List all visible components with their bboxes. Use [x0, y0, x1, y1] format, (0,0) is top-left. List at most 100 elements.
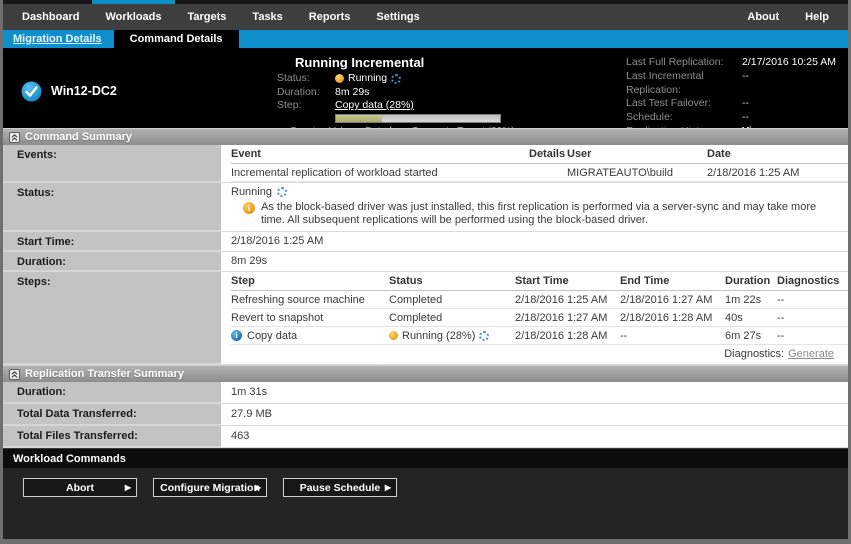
step-table-row: Revert to snapshot Completed 2/18/2016 1…	[231, 309, 848, 327]
nav-item-about[interactable]: About	[734, 4, 792, 30]
step-end: --	[620, 330, 725, 342]
events-col-event: Event	[231, 148, 529, 160]
last-test-failover-value: --	[742, 97, 838, 111]
steps-col-start: Start Time	[515, 275, 620, 287]
spinner-icon	[479, 331, 489, 341]
last-test-failover-label: Last Test Failover:	[626, 97, 742, 111]
steps-col-duration: Duration	[725, 275, 777, 287]
step-start: 2/18/2016 1:27 AM	[515, 312, 620, 324]
replication-summary-panel: Last Full Replication:2/17/2016 10:25 AM…	[626, 54, 838, 128]
duration-label: Duration:	[277, 86, 335, 100]
pause-schedule-button[interactable]: Pause Schedule ▶	[283, 478, 397, 497]
event-user: MIGRATEAUTO\build	[567, 167, 707, 179]
workload-commands-header: Workload Commands	[3, 448, 848, 468]
info-icon[interactable]: i	[231, 330, 242, 341]
status-row-content: Running i As the block-based driver was …	[221, 183, 848, 232]
events-label: Events:	[3, 145, 221, 183]
step-duration: 40s	[725, 312, 777, 324]
right-arrow-icon: ▶	[125, 484, 131, 492]
step-progress-bar	[335, 114, 501, 123]
events-table: Event Details User Date Incremental repl…	[221, 145, 848, 183]
status-value: Running	[348, 72, 387, 86]
step-start: 2/18/2016 1:25 AM	[515, 294, 620, 306]
start-time-value: 2/18/2016 1:25 AM	[221, 232, 848, 252]
command-summary-title: Command Summary	[25, 131, 132, 143]
steps-label: Steps:	[3, 272, 221, 365]
last-full-replication-value: 2/17/2016 10:25 AM	[742, 56, 838, 70]
step-status: Running (28%)	[402, 330, 475, 342]
abort-button[interactable]: Abort ▶	[23, 478, 137, 497]
duration-value: 8m 29s	[335, 86, 369, 100]
step-progress-fill	[336, 115, 382, 122]
nav-item-workloads[interactable]: Workloads	[92, 4, 174, 30]
step-diagnostics: --	[777, 294, 848, 306]
total-files-value: 463	[221, 426, 848, 448]
steps-col-end: End Time	[620, 275, 725, 287]
nav-item-reports[interactable]: Reports	[296, 4, 364, 30]
workload-commands-bar: Abort ▶ Configure Migration ▶ Pause Sche…	[3, 468, 848, 497]
workload-identity: Win12-DC2	[15, 54, 277, 128]
events-col-details: Details	[529, 148, 567, 160]
nav-item-settings[interactable]: Settings	[363, 4, 432, 30]
diagnostics-label: Diagnostics:	[724, 348, 784, 360]
steps-row: Steps: Step Status Start Time End Time D…	[3, 272, 848, 365]
workload-name: Win12-DC2	[51, 84, 117, 98]
duration-row: Duration: 8m 29s	[3, 252, 848, 272]
total-data-label: Total Data Transferred:	[3, 404, 221, 426]
step-table-row: i Copy data Running (28%) 2/18/2016 1:28…	[231, 327, 848, 345]
step-label: Step:	[277, 99, 335, 113]
check-circle-icon	[21, 81, 42, 102]
step-status: Completed	[389, 294, 515, 306]
transfer-duration-value: 1m 31s	[221, 382, 848, 404]
step-value-link[interactable]: Copy data (28%)	[335, 99, 414, 113]
command-summary-header: Command Summary	[3, 128, 848, 145]
running-dot-icon	[335, 74, 344, 83]
diagnostics-generate-link[interactable]: Generate	[788, 348, 834, 360]
events-table-header: Event Details User Date	[231, 145, 848, 164]
status-row-value: Running	[231, 186, 272, 198]
collapse-chevrons-icon[interactable]	[9, 369, 20, 380]
total-data-row: Total Data Transferred: 27.9 MB	[3, 404, 848, 426]
workload-header: Win12-DC2 Running Incremental Status: Ru…	[3, 48, 848, 128]
total-files-label: Total Files Transferred:	[3, 426, 221, 448]
abort-button-label: Abort	[66, 482, 94, 494]
step-end: 2/18/2016 1:27 AM	[620, 294, 725, 306]
transfer-summary-title: Replication Transfer Summary	[25, 368, 184, 380]
transfer-summary-header: Replication Transfer Summary	[3, 365, 848, 382]
nav-item-help[interactable]: Help	[792, 4, 842, 30]
tab-command-details[interactable]: Command Details	[114, 30, 239, 48]
step-start: 2/18/2016 1:28 AM	[515, 330, 620, 342]
nav-item-dashboard[interactable]: Dashboard	[9, 4, 92, 30]
nav-item-targets[interactable]: Targets	[175, 4, 240, 30]
last-incremental-replication-value: --	[742, 70, 838, 98]
events-col-date: Date	[707, 148, 848, 160]
last-full-replication-label: Last Full Replication:	[626, 56, 742, 70]
step-name: Refreshing source machine	[231, 294, 389, 306]
start-time-row: Start Time: 2/18/2016 1:25 AM	[3, 232, 848, 252]
right-arrow-icon: ▶	[255, 484, 261, 492]
command-title: Running Incremental	[295, 55, 527, 70]
top-navigation: Dashboard Workloads Targets Tasks Report…	[3, 4, 848, 30]
step-end: 2/18/2016 1:28 AM	[620, 312, 725, 324]
events-row: Events: Event Details User Date Incremen…	[3, 145, 848, 183]
pause-schedule-button-label: Pause Schedule	[300, 482, 381, 494]
nav-item-tasks[interactable]: Tasks	[239, 4, 295, 30]
schedule-value: --	[742, 111, 838, 125]
spinner-icon	[277, 187, 287, 197]
events-col-user: User	[567, 148, 707, 160]
spinner-icon	[391, 74, 401, 84]
collapse-chevrons-icon[interactable]	[9, 132, 20, 143]
command-status-panel: Running Incremental Status: Running Dura…	[277, 54, 527, 128]
transfer-duration-row: Duration: 1m 31s	[3, 382, 848, 404]
steps-table: Step Status Start Time End Time Duration…	[221, 272, 848, 365]
tab-bar: Migration Details Command Details	[3, 30, 848, 48]
last-incremental-replication-label: Last Incremental Replication:	[626, 70, 742, 98]
start-time-label: Start Time:	[3, 232, 221, 252]
event-date: 2/18/2016 1:25 AM	[707, 167, 848, 179]
step-status: Completed	[389, 312, 515, 324]
total-data-value: 27.9 MB	[221, 404, 848, 426]
schedule-label: Schedule:	[626, 111, 742, 125]
configure-migration-button[interactable]: Configure Migration ▶	[153, 478, 267, 497]
tab-migration-details[interactable]: Migration Details	[3, 30, 114, 48]
status-label: Status:	[277, 72, 335, 86]
